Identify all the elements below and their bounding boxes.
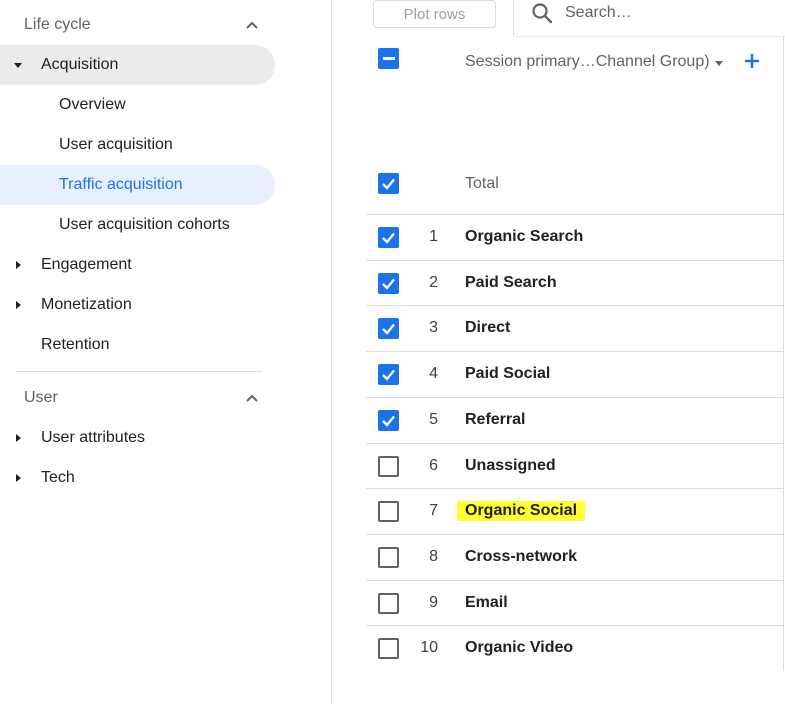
row-number: 6	[429, 456, 438, 474]
lifecycle-section-header[interactable]: Life cycle	[0, 5, 275, 45]
row-checkbox[interactable]	[378, 638, 399, 660]
caret-right-icon	[16, 474, 21, 482]
sidebar-item-traffic-acquisition[interactable]: Traffic acquisition	[0, 165, 275, 205]
row-number: 7	[429, 502, 438, 520]
sidebar-item-tech[interactable]: Tech	[0, 458, 275, 498]
sidebar-item-acquisition[interactable]: Acquisition	[0, 45, 275, 85]
channel-name: Paid Social	[465, 365, 551, 383]
total-row: Total	[366, 160, 784, 214]
checkmark-icon	[382, 178, 395, 190]
sidebar-item-label: Tech	[41, 469, 75, 486]
row-number: 8	[429, 547, 438, 565]
add-dimension-icon[interactable]	[742, 51, 762, 71]
plot-rows-button[interactable]: Plot rows	[373, 0, 496, 28]
sidebar-item-user-acquisition-cohorts[interactable]: User acquisition cohorts	[0, 205, 275, 245]
channel-name: Paid Search	[465, 273, 557, 291]
caret-down-icon	[14, 63, 22, 68]
sidebar-item-retention[interactable]: Retention	[0, 325, 275, 365]
user-section-header[interactable]: User	[0, 378, 275, 418]
table-row[interactable]: 9 Email	[366, 579, 784, 626]
sidebar-item-label: Traffic acquisition	[59, 176, 183, 193]
user-header-label: User	[24, 389, 58, 406]
search-input[interactable]: Search…	[565, 4, 632, 22]
row-number: 9	[429, 593, 438, 611]
channel-name: Referral	[465, 410, 526, 428]
sidebar-item-overview[interactable]: Overview	[0, 85, 275, 125]
row-number: 3	[429, 319, 438, 337]
channel-name: Cross-network	[465, 547, 578, 565]
dropdown-arrow-icon[interactable]	[713, 58, 725, 68]
channel-name: Unassigned	[465, 456, 556, 474]
table-row[interactable]: 8 Cross-network	[366, 533, 784, 580]
search-icon[interactable]	[531, 2, 553, 24]
sidebar-item-label: Acquisition	[41, 56, 119, 73]
total-label: Total	[465, 175, 499, 192]
caret-right-icon	[16, 301, 21, 309]
sidebar-item-label: User attributes	[41, 429, 146, 446]
table-row[interactable]: 7 Organic Social	[366, 488, 784, 534]
checkmark-icon	[382, 232, 395, 244]
row-checkbox[interactable]	[378, 455, 399, 477]
toolbar-bottom-border	[514, 36, 785, 37]
table-row[interactable]: 10 Organic Video	[366, 625, 784, 671]
row-number: 5	[429, 410, 438, 428]
sidebar-item-label: User acquisition cohorts	[59, 216, 230, 233]
table-row[interactable]: 3 Direct	[366, 305, 784, 351]
toolbar-divider	[513, 0, 514, 36]
table-row[interactable]: 2 Paid Search	[366, 259, 784, 306]
sidebar-item-monetization[interactable]: Monetization	[0, 285, 275, 325]
chevron-up-icon	[246, 21, 258, 29]
sidebar-divider	[16, 371, 262, 372]
checkmark-icon	[382, 278, 395, 290]
table-row[interactable]: 4 Paid Social	[366, 351, 784, 397]
row-number: 2	[429, 273, 438, 291]
table-row[interactable]: 6 Unassigned	[366, 442, 784, 489]
sidebar-item-engagement[interactable]: Engagement	[0, 245, 275, 285]
sidebar-item-user-attributes[interactable]: User attributes	[0, 418, 275, 458]
table-row[interactable]: 5 Referral	[366, 396, 784, 443]
row-checkbox[interactable]	[378, 592, 399, 614]
caret-right-icon	[16, 261, 21, 269]
table-row[interactable]: 1 Organic Search	[366, 214, 784, 260]
lifecycle-header-label: Life cycle	[24, 16, 91, 33]
row-number: 10	[420, 639, 438, 657]
checkmark-icon	[382, 324, 395, 336]
sidebar-item-label: Engagement	[41, 256, 132, 273]
dimension-selector[interactable]: Session primary…Channel Group)	[465, 53, 710, 71]
checkmark-icon	[382, 415, 395, 427]
row-checkbox[interactable]	[378, 546, 399, 568]
sidebar-item-label: User acquisition	[59, 136, 173, 153]
channel-name: Organic Search	[465, 228, 584, 245]
channel-name: Direct	[465, 319, 511, 337]
channel-name: Organic Social	[457, 501, 586, 522]
channel-name: Email	[465, 593, 508, 611]
row-number: 4	[429, 365, 438, 383]
total-checkbox[interactable]	[378, 173, 399, 194]
row-number: 1	[429, 228, 438, 245]
checkmark-icon	[382, 369, 395, 381]
channel-name: Organic Video	[465, 639, 574, 657]
row-checkbox[interactable]	[378, 409, 399, 431]
sidebar-item-label: Retention	[41, 336, 110, 353]
sidebar-item-label: Monetization	[41, 296, 132, 313]
row-checkbox[interactable]	[378, 501, 399, 523]
sidebar-nav: Life cycle Acquisition Overview User acq…	[0, 0, 332, 704]
row-checkbox[interactable]	[378, 318, 399, 340]
row-checkbox[interactable]	[378, 272, 399, 294]
chevron-up-icon	[246, 394, 258, 402]
sidebar-item-user-acquisition[interactable]: User acquisition	[0, 125, 275, 165]
indeterminate-icon	[382, 57, 395, 60]
select-all-checkbox[interactable]	[378, 48, 399, 69]
sidebar-item-label: Overview	[59, 96, 126, 113]
row-checkbox[interactable]	[378, 364, 399, 386]
row-checkbox[interactable]	[378, 227, 399, 248]
caret-right-icon	[16, 434, 21, 442]
